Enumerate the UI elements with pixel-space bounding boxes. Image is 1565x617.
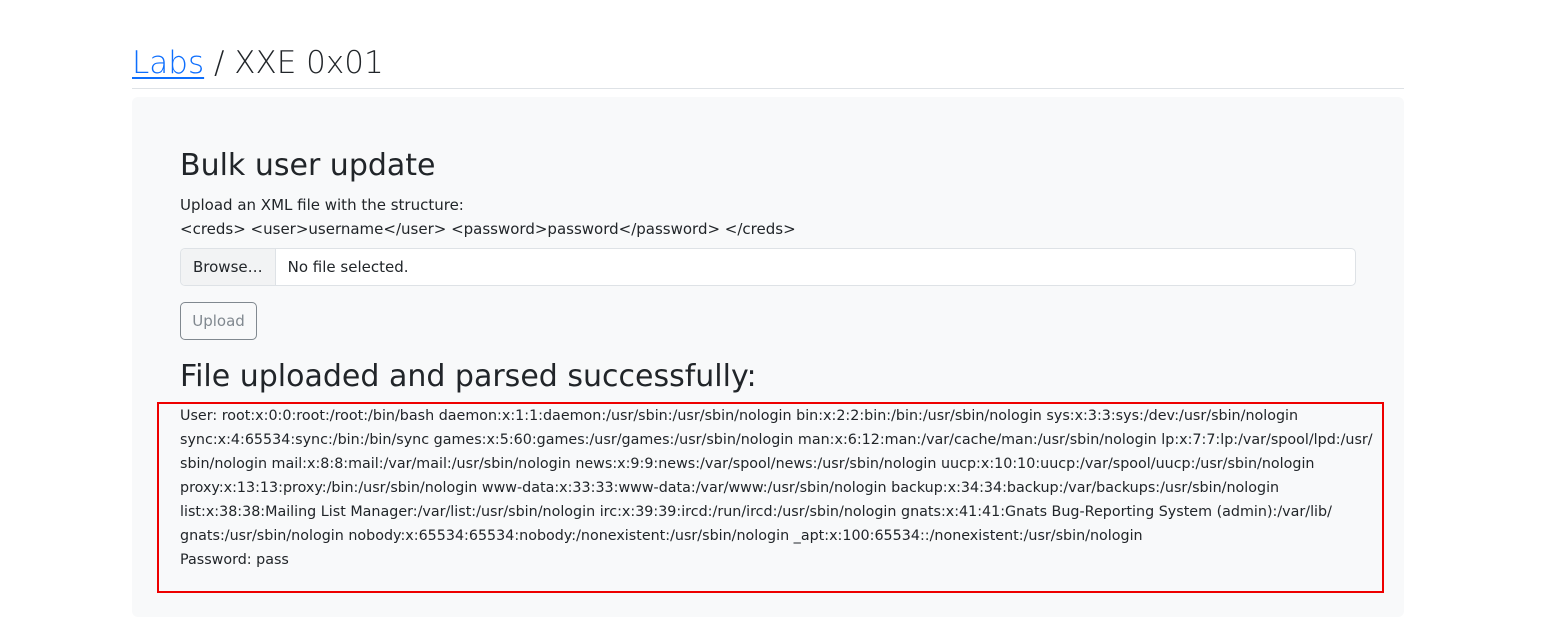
heading-divider	[132, 88, 1404, 89]
output-line: proxy:x:13:13:proxy:/bin:/usr/sbin/nolog…	[180, 480, 1280, 496]
description-text: Upload an XML file with the structure:	[180, 196, 464, 214]
parsed-output-highlight: User: root:x:0:0:root:/root:/bin/bash da…	[157, 402, 1384, 593]
file-input[interactable]: Browse… No file selected.	[180, 248, 1356, 286]
password-line: Password: pass	[180, 552, 289, 568]
upload-button[interactable]: Upload	[180, 302, 257, 340]
output-line: sbin/nologin mail:x:8:8:mail:/var/mail:/…	[180, 456, 1315, 472]
output-line: User: root:x:0:0:root:/root:/bin/bash da…	[180, 408, 1299, 424]
form-description: Upload an XML file with the structure: <…	[180, 193, 796, 241]
file-status: No file selected.	[287, 258, 409, 276]
labs-link[interactable]: Labs	[132, 45, 204, 81]
parsed-output: User: root:x:0:0:root:/root:/bin/bash da…	[180, 404, 1373, 572]
breadcrumb-separator: /	[204, 45, 235, 81]
browse-button[interactable]: Browse…	[181, 249, 276, 285]
page-title: XXE 0x01	[234, 45, 384, 81]
form-title: Bulk user update	[180, 148, 436, 183]
page-heading: Labs / XXE 0x01	[132, 40, 384, 86]
output-line: list:x:38:38:Mailing List Manager:/var/l…	[180, 504, 1332, 520]
structure-text: <creds> <user>username</user> <password>…	[180, 220, 796, 238]
output-line: gnats:/usr/sbin/nologin nobody:x:65534:6…	[180, 528, 1143, 544]
output-line: sync:x:4:65534:sync:/bin:/bin/sync games…	[180, 432, 1373, 448]
result-title: File uploaded and parsed successfully:	[180, 359, 757, 394]
